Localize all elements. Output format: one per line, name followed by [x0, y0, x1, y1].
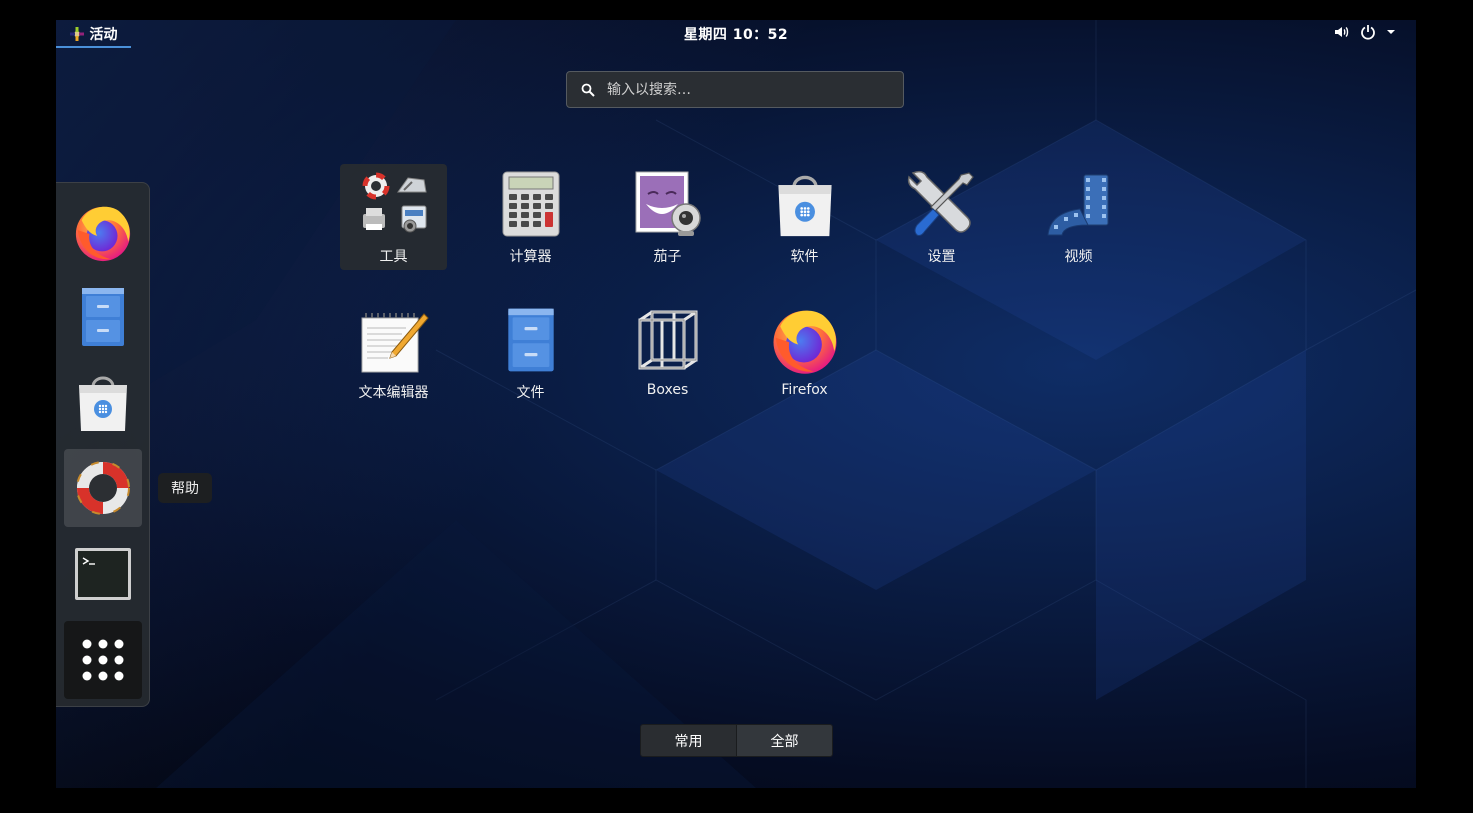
- activities-label: 活动: [89, 27, 118, 43]
- app-software[interactable]: 软件: [751, 164, 858, 270]
- file-cabinet-icon: [82, 288, 124, 346]
- shopping-bag-icon: [777, 175, 832, 237]
- top-bar-strip: [0, 0, 1473, 20]
- dash-item-firefox[interactable]: [64, 193, 142, 271]
- firefox-icon: [75, 206, 131, 262]
- distro-logo-icon: [69, 27, 84, 41]
- app-files[interactable]: 文件: [477, 300, 584, 406]
- activities-button[interactable]: 活动: [56, 20, 131, 48]
- wireframe-cube-icon: [638, 310, 697, 370]
- system-tray[interactable]: [1334, 24, 1396, 40]
- app-boxes[interactable]: Boxes: [614, 300, 721, 406]
- app-firefox[interactable]: Firefox: [751, 300, 858, 406]
- app-label: 文本编辑器: [358, 385, 429, 401]
- dash-tooltip: 帮助: [158, 473, 212, 503]
- app-label: 软件: [790, 249, 819, 265]
- search-input[interactable]: [605, 80, 903, 99]
- chevron-down-icon[interactable]: [1386, 24, 1396, 40]
- cheese-webcam-icon: [635, 171, 701, 236]
- search-entry[interactable]: [566, 71, 904, 108]
- dash-item-software[interactable]: [64, 363, 142, 441]
- utilities-folder-icon: [362, 172, 427, 233]
- dash-show-applications-button[interactable]: [64, 621, 142, 699]
- app-videos[interactable]: 视频: [1025, 164, 1132, 270]
- wrench-screwdriver-icon: [907, 170, 974, 236]
- shopping-bag-icon: [79, 376, 127, 431]
- app-text-editor[interactable]: 文本编辑器: [340, 300, 447, 406]
- app-label: 文件: [516, 385, 545, 401]
- dash-item-files[interactable]: [64, 278, 142, 356]
- app-label: Firefox: [781, 382, 828, 398]
- dash-item-terminal[interactable]: [64, 535, 142, 613]
- dash-item-help[interactable]: [64, 449, 142, 527]
- app-label: 设置: [927, 249, 956, 265]
- app-label: 计算器: [509, 249, 552, 265]
- app-grid-icon: [82, 639, 124, 681]
- app-label: Boxes: [646, 382, 689, 398]
- firefox-icon: [773, 310, 836, 374]
- file-cabinet-icon: [507, 308, 554, 372]
- frequent-apps-button[interactable]: 常用: [641, 725, 736, 756]
- power-icon[interactable]: [1360, 24, 1376, 40]
- overview-background: [56, 20, 1416, 788]
- app-label: 视频: [1064, 249, 1093, 265]
- terminal-icon: [75, 548, 131, 600]
- app-settings[interactable]: 设置: [888, 164, 995, 270]
- app-label: 工具: [379, 249, 408, 265]
- app-utilities[interactable]: 工具: [340, 164, 447, 270]
- app-cheese[interactable]: 茄子: [614, 164, 721, 270]
- dash: [56, 182, 150, 707]
- search-icon: [581, 83, 595, 97]
- lifebuoy-icon: [76, 461, 130, 515]
- film-reel-icon: [1046, 174, 1108, 236]
- app-calculator[interactable]: 计算器: [477, 164, 584, 270]
- app-label: 茄子: [653, 249, 682, 265]
- clock[interactable]: 星期四 10：52: [636, 24, 836, 44]
- all-apps-button[interactable]: 全部: [736, 725, 832, 756]
- view-switcher: 常用 全部: [640, 724, 833, 757]
- calculator-icon: [502, 171, 559, 237]
- notepad-pencil-icon: [361, 313, 429, 373]
- volume-icon[interactable]: [1334, 24, 1350, 40]
